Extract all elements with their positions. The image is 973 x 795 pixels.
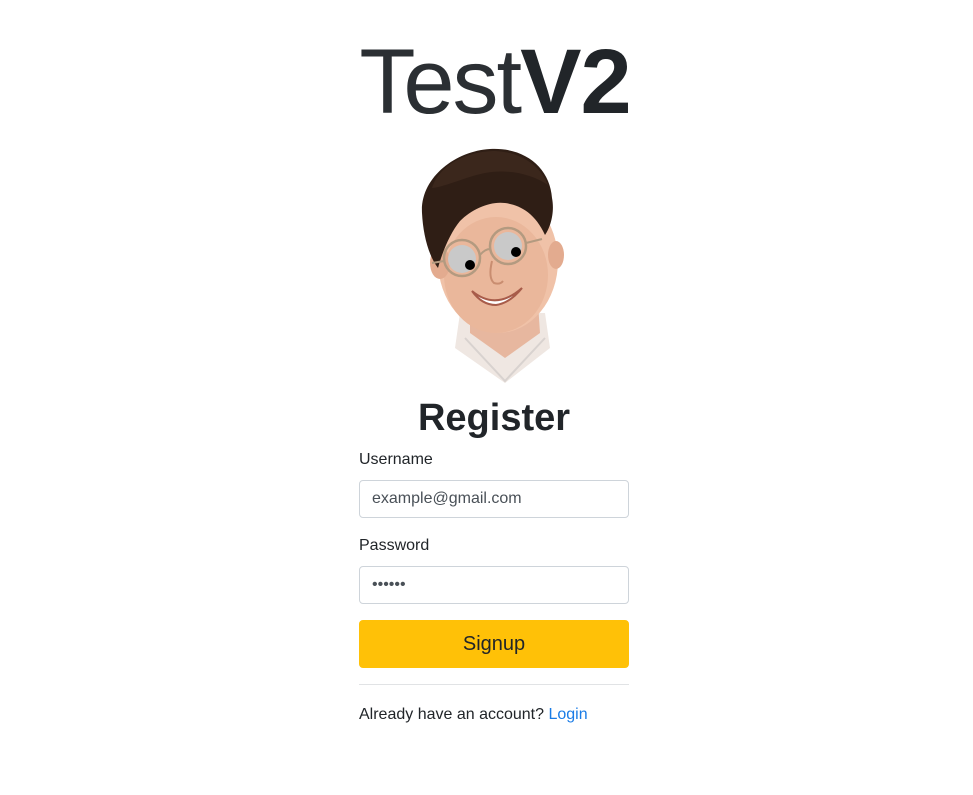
login-prompt-text: Already have an account? bbox=[359, 706, 545, 723]
register-form: Username Password Signup Already have an… bbox=[359, 448, 629, 727]
username-group: Username bbox=[359, 448, 629, 534]
person-with-googly-eyes-icon bbox=[421, 148, 564, 383]
username-label: Username bbox=[359, 451, 433, 468]
password-group: Password bbox=[359, 534, 629, 620]
signup-button[interactable]: Signup bbox=[359, 620, 629, 668]
divider bbox=[359, 684, 629, 685]
username-input[interactable] bbox=[359, 480, 629, 518]
app-title: TestV2 bbox=[0, 30, 973, 134]
login-prompt: Already have an account? Login bbox=[359, 703, 629, 727]
app-title-light: Test bbox=[359, 31, 522, 133]
avatar bbox=[410, 143, 570, 388]
app-title-bold: V2 bbox=[520, 31, 632, 133]
password-input[interactable] bbox=[359, 566, 629, 604]
password-label: Password bbox=[359, 537, 430, 554]
login-link[interactable]: Login bbox=[548, 706, 587, 723]
page-title: Register bbox=[417, 397, 571, 439]
